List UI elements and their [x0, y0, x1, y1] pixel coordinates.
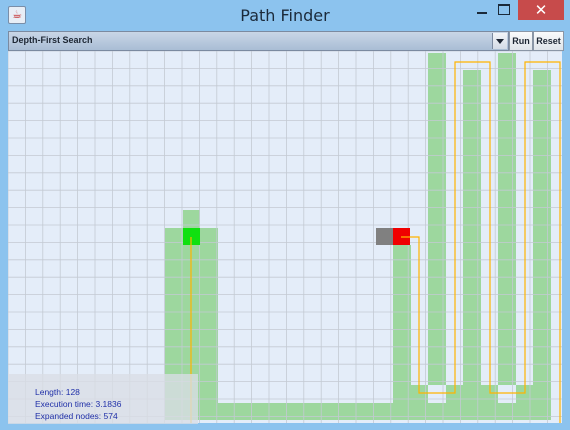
chevron-down-icon[interactable] [492, 33, 507, 49]
stat-length: Length: 128 [35, 387, 80, 397]
toolbar: Depth-First Search Run Reset [8, 31, 564, 51]
algorithm-selected-label: Depth-First Search [12, 35, 93, 45]
reset-button[interactable]: Reset [533, 31, 564, 51]
maximize-button[interactable] [491, 0, 517, 20]
explored-cell [463, 70, 481, 403]
algorithm-dropdown[interactable]: Depth-First Search [8, 31, 509, 51]
minimize-icon [477, 12, 487, 14]
explored-cell [200, 228, 218, 420]
title-bar[interactable]: ☕ Path Finder ✕ [0, 0, 570, 31]
close-button[interactable]: ✕ [518, 0, 564, 20]
stat-expanded-nodes: Expanded nodes: 574 [35, 411, 118, 421]
maximize-icon [498, 3, 510, 15]
explored-cell [218, 403, 393, 420]
run-button[interactable]: Run [509, 31, 533, 51]
grid-svg[interactable] [8, 51, 562, 423]
explored-cell [533, 70, 551, 420]
blocked-cell [376, 228, 393, 245]
close-icon: ✕ [534, 1, 548, 19]
stat-execution-time: Execution time: 3.1836 [35, 399, 122, 409]
app-window: ☕ Path Finder ✕ Depth-First Search Run R… [0, 0, 570, 430]
grid-canvas[interactable] [8, 51, 562, 423]
stats-panel: Length: 128 Execution time: 3.1836 Expan… [8, 374, 198, 424]
